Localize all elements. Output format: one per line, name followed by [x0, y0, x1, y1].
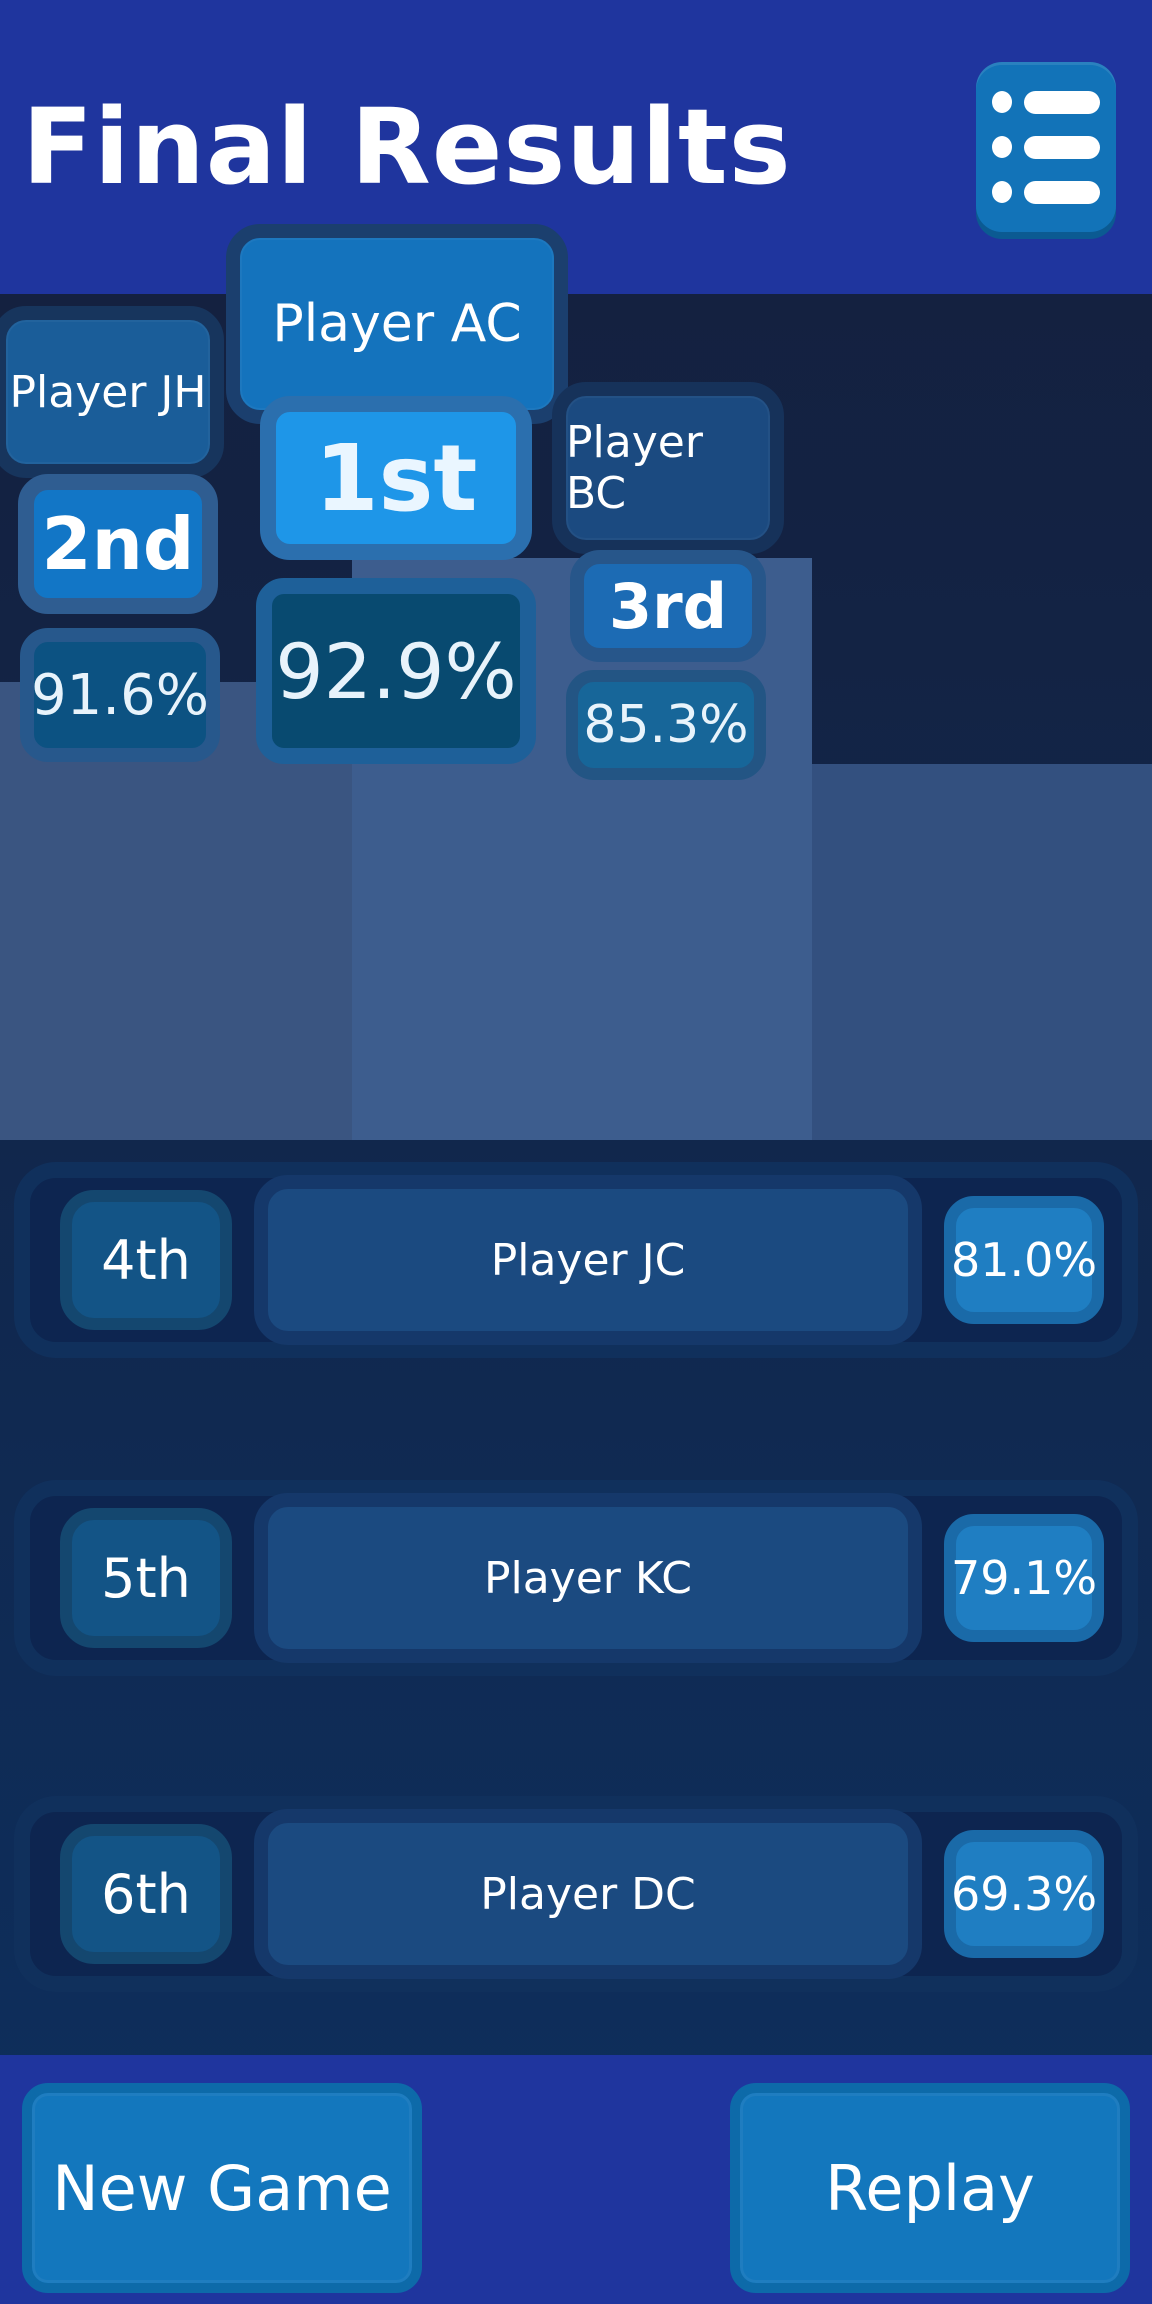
row-percent-badge: 79.1%	[944, 1514, 1104, 1642]
row-player-name: Player KC	[254, 1493, 922, 1663]
podium: Player JH 2nd 91.6% Player AC 1st 92.9% …	[0, 224, 1152, 1140]
podium-percent-second: 91.6%	[20, 628, 220, 762]
list-icon-bar	[1024, 135, 1100, 159]
list-icon-row	[992, 135, 1100, 159]
table-row[interactable]: 4th Player JC 81.0%	[14, 1162, 1138, 1358]
row-percent-badge: 81.0%	[944, 1196, 1104, 1324]
row-rank-badge: 6th	[60, 1824, 232, 1964]
podium-rank-first: 1st	[260, 396, 532, 560]
podium-name-first[interactable]: Player AC	[226, 224, 568, 424]
podium-rank-third: 3rd	[570, 550, 766, 662]
podium-name-third[interactable]: Player BC	[552, 382, 784, 554]
row-percent-badge: 69.3%	[944, 1830, 1104, 1958]
podium-percent-third: 85.3%	[566, 670, 766, 780]
replay-button[interactable]: Replay	[730, 2083, 1130, 2293]
list-icon-row	[992, 180, 1100, 204]
row-rank-badge: 5th	[60, 1508, 232, 1648]
new-game-button[interactable]: New Game	[22, 2083, 422, 2293]
podium-rank-second: 2nd	[18, 474, 218, 614]
list-icon-row	[992, 90, 1100, 114]
app-footer: New Game Replay	[0, 2055, 1152, 2304]
table-row[interactable]: 6th Player DC 69.3%	[14, 1796, 1138, 1992]
row-player-name: Player DC	[254, 1809, 922, 1979]
page-title: Final Results	[22, 86, 792, 208]
app-header: Final Results	[0, 0, 1152, 294]
list-menu-button[interactable]	[976, 62, 1116, 232]
list-icon-dot	[992, 91, 1012, 113]
row-player-name: Player JC	[254, 1175, 922, 1345]
list-icon-bar	[1024, 180, 1100, 204]
list-icon-dot	[992, 136, 1012, 158]
podium-column-third	[812, 764, 1152, 1140]
list-icon-dot	[992, 181, 1012, 203]
podium-name-second[interactable]: Player JH	[0, 306, 224, 478]
list-icon-bar	[1024, 90, 1100, 114]
table-row[interactable]: 5th Player KC 79.1%	[14, 1480, 1138, 1676]
row-rank-badge: 4th	[60, 1190, 232, 1330]
podium-percent-first: 92.9%	[256, 578, 536, 764]
